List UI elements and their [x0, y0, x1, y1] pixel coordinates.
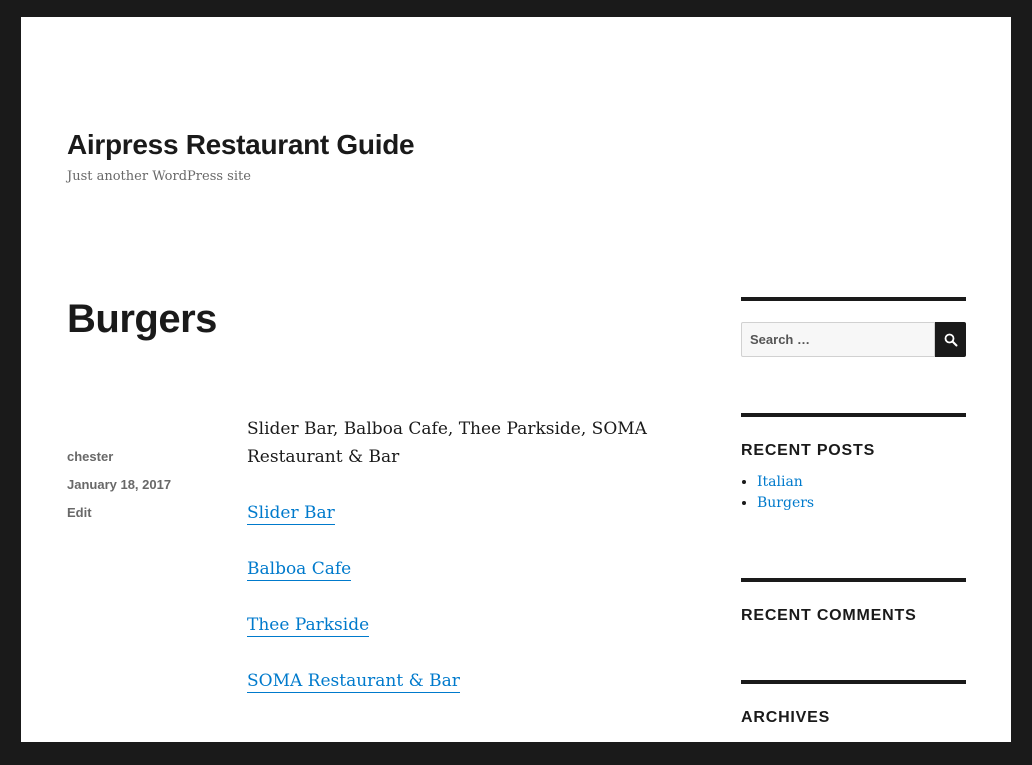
- recent-comments-widget: RECENT COMMENTS: [741, 578, 966, 625]
- restaurant-link[interactable]: Slider Bar: [247, 503, 335, 525]
- restaurant-link[interactable]: Thee Parkside: [247, 615, 370, 637]
- search-widget: [741, 297, 966, 357]
- archives-widget: ARCHIVES: [741, 680, 966, 727]
- site-title[interactable]: Airpress Restaurant Guide: [67, 129, 415, 161]
- recent-posts-title: RECENT POSTS: [741, 442, 876, 459]
- archives-title: ARCHIVES: [741, 709, 831, 726]
- recent-post-link[interactable]: Italian: [757, 474, 803, 490]
- recent-post-link[interactable]: Burgers: [757, 495, 814, 511]
- post-intro: Slider Bar, Balboa Cafe, Thee Parkside, …: [247, 419, 647, 467]
- recent-posts-widget: RECENT POSTS Italian Burgers: [741, 413, 966, 514]
- search-button[interactable]: [935, 322, 966, 357]
- post-title: Burgers: [67, 297, 217, 341]
- restaurant-link[interactable]: SOMA Restaurant & Bar: [247, 671, 460, 693]
- edit-link[interactable]: Edit: [67, 505, 92, 520]
- post-content: Slider Bar, Balboa Cafe, Thee Parkside, …: [247, 415, 647, 723]
- search-icon: [944, 333, 958, 347]
- site-description: Just another WordPress site: [67, 169, 251, 184]
- search-input[interactable]: [741, 322, 935, 357]
- search-form: [741, 322, 966, 357]
- page: Airpress Restaurant Guide Just another W…: [21, 17, 1011, 742]
- recent-comments-title: RECENT COMMENTS: [741, 607, 917, 624]
- post-author[interactable]: chester: [67, 449, 113, 464]
- list-item: Italian: [757, 472, 966, 493]
- restaurant-link[interactable]: Balboa Cafe: [247, 559, 352, 581]
- list-item: Burgers: [757, 493, 966, 514]
- post-date[interactable]: January 18, 2017: [67, 477, 171, 492]
- recent-posts-list: Italian Burgers: [741, 472, 966, 514]
